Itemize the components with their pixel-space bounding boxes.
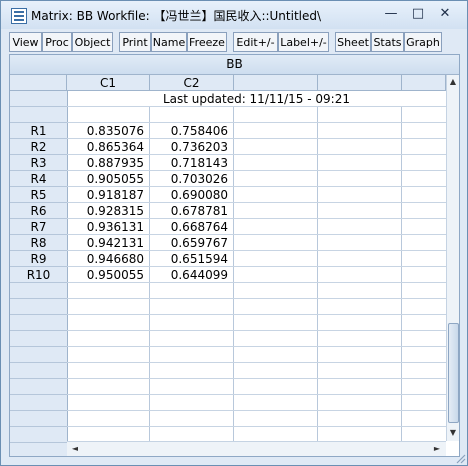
name-button[interactable]: Name: [151, 32, 187, 52]
matrix-cell-c2[interactable]: 0.718143: [150, 155, 234, 171]
matrix-cell-c2[interactable]: 0.651594: [150, 251, 234, 267]
matrix-window: Matrix: BB Workfile: 【冯世兰】国民收入::Untitled…: [0, 0, 468, 466]
row-header-empty[interactable]: [10, 379, 67, 395]
matrix-cell-c2[interactable]: 0.703026: [150, 171, 234, 187]
row-header-empty[interactable]: [10, 283, 67, 299]
row-header[interactable]: R6: [10, 203, 67, 219]
matrix-cell-c1[interactable]: 0.950055: [67, 267, 150, 283]
scroll-right-arrow[interactable]: ►: [431, 443, 443, 455]
matrix-cell-c1[interactable]: 0.918187: [67, 187, 150, 203]
graph-button[interactable]: Graph: [404, 32, 442, 52]
matrix-cell-c1[interactable]: 0.942131: [67, 235, 150, 251]
row-header[interactable]: R4: [10, 171, 67, 187]
matrix-cell-c2[interactable]: 0.659767: [150, 235, 234, 251]
row-header[interactable]: R7: [10, 219, 67, 235]
row-header-empty[interactable]: [10, 395, 67, 411]
row-header[interactable]: R5: [10, 187, 67, 203]
minimize-button[interactable]: —: [378, 4, 404, 24]
row-header[interactable]: R1: [10, 123, 67, 139]
label-toggle-button[interactable]: Label+/-: [278, 32, 329, 52]
view-button[interactable]: View: [9, 32, 42, 52]
matrix-cell-c1[interactable]: 0.946680: [67, 251, 150, 267]
row-header[interactable]: R9: [10, 251, 67, 267]
matrix-cell-c1[interactable]: 0.887935: [67, 155, 150, 171]
matrix-window-icon: [11, 8, 27, 24]
matrix-cell-c2[interactable]: 0.668764: [150, 219, 234, 235]
row-header[interactable]: R2: [10, 139, 67, 155]
vertical-scroll-thumb[interactable]: [448, 323, 459, 423]
matrix-cell-c1[interactable]: 0.865364: [67, 139, 150, 155]
print-button[interactable]: Print: [119, 32, 151, 52]
matrix-cell-c1[interactable]: 0.905055: [67, 171, 150, 187]
sheet-button[interactable]: Sheet: [335, 32, 371, 52]
scroll-down-arrow[interactable]: ▼: [447, 427, 459, 439]
proc-button[interactable]: Proc: [42, 32, 72, 52]
vertical-scrollbar[interactable]: ▲ ▼: [446, 75, 459, 441]
row-header-empty[interactable]: [10, 107, 67, 123]
title-bar[interactable]: Matrix: BB Workfile: 【冯世兰】国民收入::Untitled…: [1, 1, 467, 29]
matrix-cell-c2[interactable]: 0.736203: [150, 139, 234, 155]
object-button[interactable]: Object: [72, 32, 113, 52]
matrix-cell-c2[interactable]: 0.758406: [150, 123, 234, 139]
matrix-cell-c2[interactable]: 0.690080: [150, 187, 234, 203]
spreadsheet-grid: BB C1 C2 Last updated: 11/11/15 - 09:21 …: [9, 54, 460, 457]
row-header[interactable]: R8: [10, 235, 67, 251]
resize-grip-icon[interactable]: [454, 452, 466, 464]
matrix-cell-c2[interactable]: 0.644099: [150, 267, 234, 283]
scroll-up-arrow[interactable]: ▲: [447, 76, 459, 88]
stats-button[interactable]: Stats: [371, 32, 404, 52]
row-header-empty[interactable]: [10, 91, 67, 107]
horizontal-scrollbar[interactable]: ◄ ►: [67, 441, 446, 456]
row-header-empty[interactable]: [10, 299, 67, 315]
matrix-cell-c1[interactable]: 0.928315: [67, 203, 150, 219]
row-header-empty[interactable]: [10, 331, 67, 347]
matrix-cell-c1[interactable]: 0.835076: [67, 123, 150, 139]
scroll-left-arrow[interactable]: ◄: [69, 443, 81, 455]
matrix-cell-c1[interactable]: 0.936131: [67, 219, 150, 235]
row-header-empty[interactable]: [10, 315, 67, 331]
close-button[interactable]: ✕: [432, 4, 458, 24]
freeze-button[interactable]: Freeze: [187, 32, 227, 52]
row-header[interactable]: R10: [10, 267, 67, 283]
edit-toggle-button[interactable]: Edit+/-: [233, 32, 278, 52]
maximize-button[interactable]: □: [405, 4, 431, 24]
row-header-empty[interactable]: [10, 363, 67, 379]
row-header[interactable]: R3: [10, 155, 67, 171]
row-header-empty[interactable]: [10, 427, 67, 443]
row-header-empty[interactable]: [10, 411, 67, 427]
window-title: Matrix: BB Workfile: 【冯世兰】国民收入::Untitled…: [31, 9, 322, 23]
row-header-empty[interactable]: [10, 347, 67, 363]
matrix-cell-c2[interactable]: 0.678781: [150, 203, 234, 219]
